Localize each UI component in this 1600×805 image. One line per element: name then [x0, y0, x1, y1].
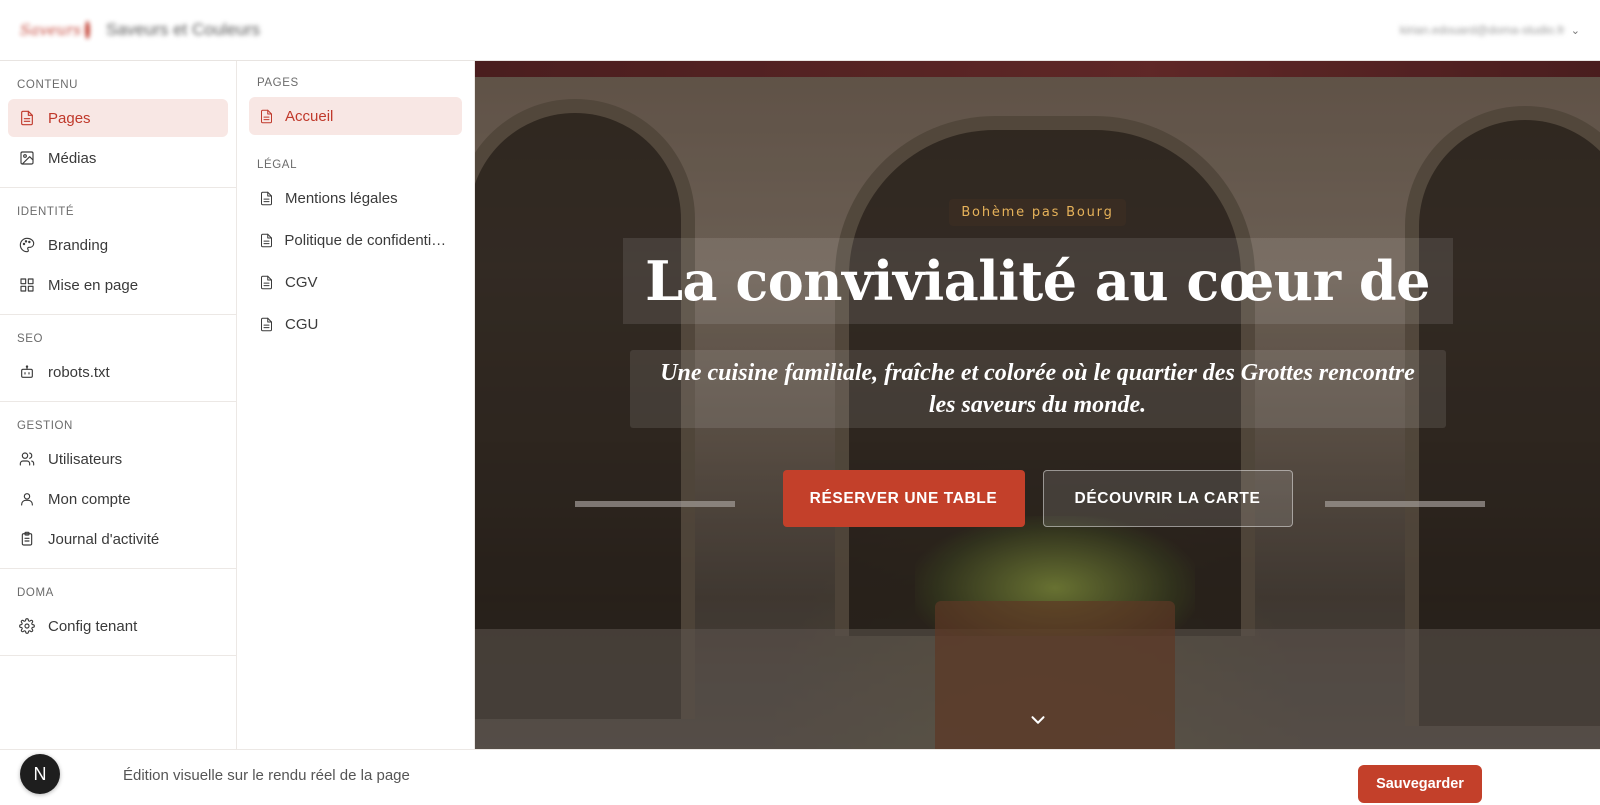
pages-group-pages: PAGES Accueil — [249, 71, 462, 135]
hero-headline-block[interactable]: La convivialité au cœur de — [622, 238, 1453, 324]
sidebar-item-label: Utilisateurs — [48, 450, 123, 468]
clipboard-icon — [18, 530, 36, 548]
sidebar-item-journal[interactable]: Journal d'activité — [8, 520, 228, 558]
page-item-cgv[interactable]: CGV — [249, 263, 462, 301]
group-title: LÉGAL — [257, 159, 298, 171]
file-icon — [18, 109, 36, 127]
page-item-label: Accueil — [285, 107, 334, 125]
image-icon — [18, 149, 36, 167]
sidebar-section-gestion: GESTION Utilisateurs Mon compte Journal … — [0, 402, 236, 569]
site-name: Saveurs et Couleurs — [106, 20, 261, 39]
editor-bottom-bar: N Édition visuelle sur le rendu réel de … — [0, 749, 1600, 805]
sidebar-item-label: Branding — [48, 236, 109, 254]
page-item-label: Mentions légales — [285, 189, 398, 207]
logo-mark-icon — [85, 21, 90, 39]
layout-grid-icon — [18, 276, 36, 294]
user-icon — [18, 490, 36, 508]
sidebar-section-contenu: CONTENU Pages Médias — [0, 61, 236, 188]
avatar[interactable]: N — [20, 754, 60, 794]
page-item-mentions-legales[interactable]: Mentions légales — [249, 179, 462, 217]
file-icon — [259, 109, 275, 124]
save-button[interactable]: Sauvegarder — [1358, 765, 1482, 803]
page-preview[interactable]: Bohème pas Bourg La convivialité au cœur… — [475, 61, 1600, 749]
sidebar-item-mise-en-page[interactable]: Mise en page — [8, 266, 228, 304]
users-icon — [18, 450, 36, 468]
sidebar-item-label: Médias — [48, 149, 97, 167]
page-item-label: Politique de confidentialité — [284, 231, 452, 249]
page-item-label: CGV — [285, 273, 318, 291]
group-title: PAGES — [257, 77, 299, 89]
hero-eyebrow[interactable]: Bohème pas Bourg — [949, 199, 1126, 226]
logo-text: Saveurs — [20, 21, 82, 39]
hero-subtitle[interactable]: Une cuisine familiale, fraîche et coloré… — [646, 357, 1430, 421]
pages-panel: PAGES Accueil LÉGAL Mentions légales Pol… — [237, 61, 475, 749]
bot-icon — [18, 363, 36, 381]
sidebar-section-identite: IDENTITÉ Branding Mise en page — [0, 188, 236, 315]
hero-headline[interactable]: La convivialité au cœur de — [645, 249, 1430, 313]
sidebar-section-doma: DOMA Config tenant — [0, 569, 236, 656]
chevron-down-icon: ⌄ — [1570, 24, 1580, 37]
sidebar-item-medias[interactable]: Médias — [8, 139, 228, 177]
sidebar-item-utilisateurs[interactable]: Utilisateurs — [8, 440, 228, 478]
file-icon — [259, 275, 275, 290]
sidebar-item-mon-compte[interactable]: Mon compte — [8, 480, 228, 518]
site-logo[interactable]: Saveurs — [20, 17, 90, 43]
section-title: IDENTITÉ — [17, 206, 75, 218]
pages-group-legal: LÉGAL Mentions légales Politique de conf… — [249, 153, 462, 343]
page-item-cgu[interactable]: CGU — [249, 305, 462, 343]
sidebar-item-label: Pages — [48, 109, 91, 127]
sidebar-item-branding[interactable]: Branding — [8, 226, 228, 264]
file-icon — [259, 233, 274, 248]
hero-cta-group: RÉSERVER UNE TABLE DÉCOUVRIR LA CARTE — [782, 470, 1293, 527]
sidebar-item-config-tenant[interactable]: Config tenant — [8, 607, 228, 645]
user-email: kirian.edouard@doma-studio.fr — [1399, 23, 1565, 37]
sidebar-item-label: robots.txt — [48, 363, 110, 381]
section-title: SEO — [17, 333, 44, 345]
sidebar-item-label: Config tenant — [48, 617, 138, 635]
discover-menu-button[interactable]: DÉCOUVRIR LA CARTE — [1042, 470, 1293, 527]
file-icon — [259, 191, 275, 206]
section-title: CONTENU — [17, 79, 79, 91]
sidebar-item-pages[interactable]: Pages — [8, 99, 228, 137]
hero-content: Bohème pas Bourg La convivialité au cœur… — [475, 61, 1600, 749]
gear-icon — [18, 617, 36, 635]
section-title: GESTION — [17, 420, 73, 432]
page-item-politique-confidentialite[interactable]: Politique de confidentialité — [249, 221, 462, 259]
page-item-label: CGU — [285, 315, 319, 333]
hero-subtitle-block[interactable]: Une cuisine familiale, fraîche et coloré… — [629, 350, 1446, 428]
sidebar-item-robots[interactable]: robots.txt — [8, 353, 228, 391]
sidebar-section-seo: SEO robots.txt — [0, 315, 236, 402]
page-item-accueil[interactable]: Accueil — [249, 97, 462, 135]
sidebar-item-label: Mon compte — [48, 490, 131, 508]
editor-hint: Édition visuelle sur le rendu réel de la… — [123, 767, 410, 784]
palette-icon — [18, 236, 36, 254]
user-menu[interactable]: kirian.edouard@doma-studio.fr ⌄ — [1400, 23, 1580, 37]
chevron-down-icon[interactable] — [1027, 709, 1049, 731]
sidebar-item-label: Mise en page — [48, 276, 139, 294]
main-sidebar: CONTENU Pages Médias IDENTITÉ Branding M… — [0, 61, 237, 749]
section-title: DOMA — [17, 587, 54, 599]
file-icon — [259, 317, 275, 332]
top-bar: Saveurs Saveurs et Couleurs kirian.edoua… — [0, 0, 1600, 61]
sidebar-item-label: Journal d'activité — [48, 530, 160, 548]
reserve-table-button[interactable]: RÉSERVER UNE TABLE — [782, 470, 1025, 527]
